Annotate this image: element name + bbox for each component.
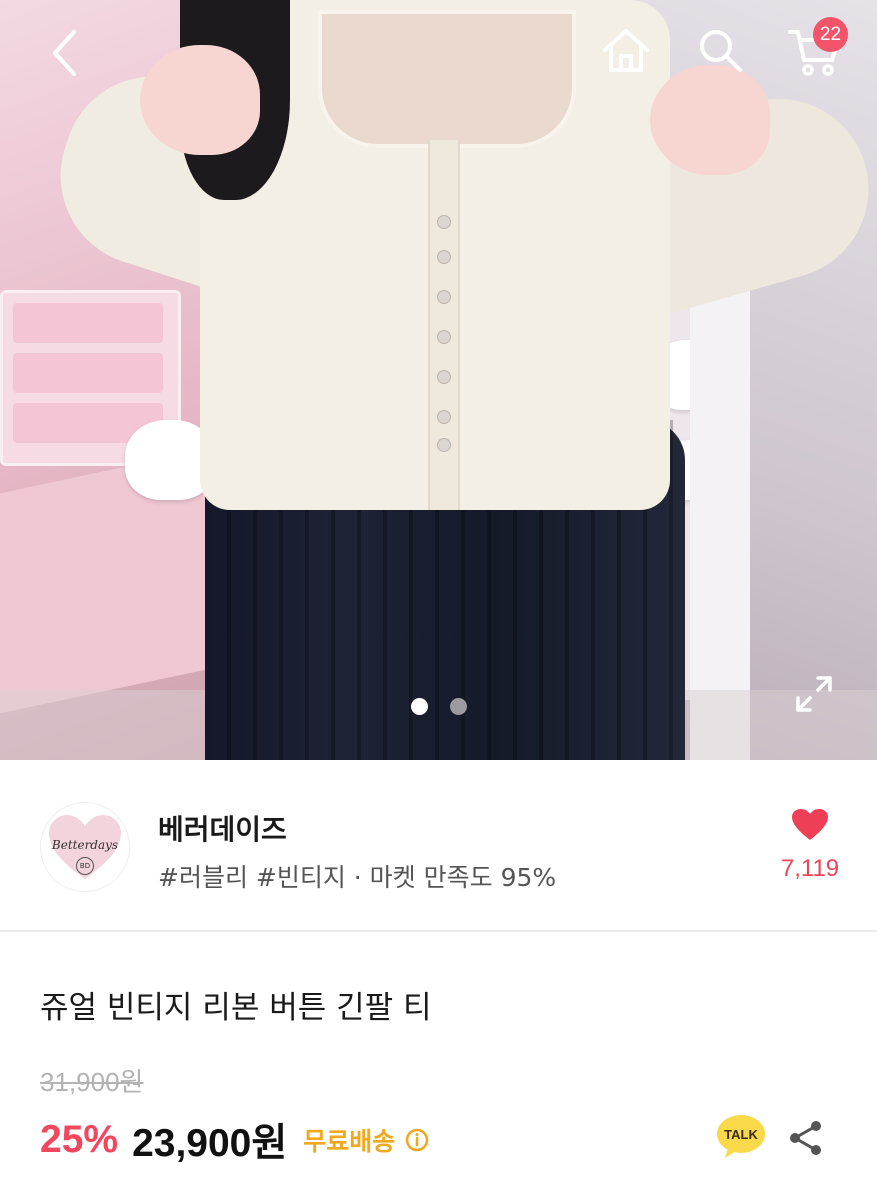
cart-count-badge: 22 bbox=[813, 17, 848, 52]
search-icon bbox=[700, 30, 742, 72]
gallery-dot[interactable] bbox=[449, 698, 467, 715]
gallery-dot-active[interactable] bbox=[410, 698, 428, 715]
like-count: 7,119 bbox=[780, 855, 840, 882]
home-button[interactable] bbox=[598, 24, 654, 76]
share-button[interactable] bbox=[786, 1118, 826, 1158]
like-button[interactable] bbox=[780, 808, 840, 846]
product-title: 쥬얼 빈티지 리본 버튼 긴팔 티 bbox=[40, 990, 432, 1026]
section-divider bbox=[0, 930, 877, 932]
heart-icon bbox=[792, 809, 828, 840]
search-button[interactable] bbox=[694, 24, 746, 76]
seller-name[interactable]: 베러데이즈 bbox=[158, 808, 287, 848]
talk-label: TALK bbox=[724, 1127, 758, 1142]
talk-icon: TALK bbox=[717, 1115, 765, 1158]
price-row: 25% 23,900원 무료배송 bbox=[40, 1112, 429, 1168]
discount-rate: 25% bbox=[40, 1118, 119, 1161]
seller-section[interactable]: Betterdays BD 베러데이즈 #러블리 #빈티지 · 마켓 만족도 9… bbox=[0, 760, 877, 930]
seller-logo-sub: BD bbox=[76, 857, 94, 875]
sale-price: 23,900원 bbox=[132, 1122, 288, 1165]
seller-tags: #러블리 #빈티지 · 마켓 만족도 95% bbox=[158, 863, 557, 892]
chevron-left-icon bbox=[53, 29, 76, 76]
seller-logo[interactable]: Betterdays BD bbox=[40, 802, 130, 892]
shipping-badge: 무료배송 bbox=[303, 1127, 396, 1156]
expand-image-button[interactable] bbox=[792, 672, 836, 716]
original-price: 31,900원 bbox=[40, 1067, 144, 1097]
home-icon bbox=[603, 29, 649, 72]
share-icon bbox=[790, 1121, 821, 1155]
expand-icon bbox=[796, 676, 832, 712]
product-image[interactable] bbox=[0, 0, 877, 760]
info-icon[interactable] bbox=[405, 1128, 429, 1152]
seller-logo-text: Betterdays bbox=[51, 838, 119, 852]
kakao-talk-button[interactable]: TALK bbox=[716, 1114, 766, 1160]
back-button[interactable] bbox=[40, 25, 90, 80]
gallery-pagination bbox=[0, 698, 877, 715]
